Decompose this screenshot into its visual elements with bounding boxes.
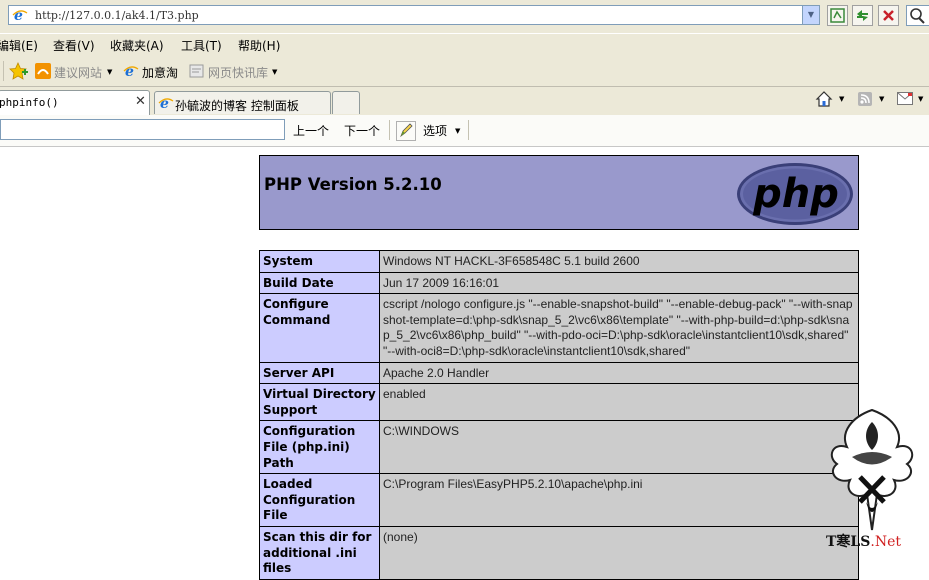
web-slice-icon [189, 64, 204, 78]
row-value: enabled [379, 383, 859, 422]
web-slice-dropdown-icon[interactable]: ▼ [272, 68, 277, 76]
find-options-button[interactable]: 选项 [423, 122, 447, 139]
row-label: Server API [259, 361, 380, 385]
link-web-slice-gallery[interactable]: 网页快讯库 [208, 64, 268, 81]
find-previous-button[interactable]: 上一个 [293, 122, 329, 139]
home-dropdown-icon[interactable]: ▼ [839, 95, 844, 103]
compatibility-icon[interactable] [827, 5, 848, 26]
svg-text:e: e [160, 96, 169, 111]
watermark-suffix: .Net [870, 534, 901, 550]
menu-tools[interactable]: 工具(T) [181, 37, 222, 54]
row-value: Windows NT HACKL-3F658548C 5.1 build 260… [379, 250, 859, 273]
address-dropdown-icon[interactable]: ▼ [802, 6, 819, 24]
find-next-button[interactable]: 下一个 [344, 122, 380, 139]
find-bar: 上一个 下一个 选项 ▼ [0, 115, 929, 147]
php-version-header: PHP Version 5.2.10 php [259, 155, 859, 230]
row-label: Loaded Configuration File [259, 473, 380, 527]
table-row: Build Date Jun 17 2009 16:16:01 [259, 271, 859, 295]
row-value: (none) [379, 525, 859, 580]
php-logo-icon: php [737, 163, 853, 225]
separator [468, 120, 469, 140]
svg-text:e: e [14, 8, 23, 23]
suggested-sites-icon [35, 63, 51, 79]
search-icon [910, 8, 925, 24]
phpinfo-table: System Windows NT HACKL-3F658548C 5.1 bu… [259, 250, 859, 580]
address-bar[interactable]: e http://127.0.0.1/ak4.1/T3.php ▼ [8, 5, 820, 25]
link-suggested-sites[interactable]: 建议网站 [54, 64, 102, 81]
php-logo-text: php [752, 171, 839, 217]
menu-favorites[interactable]: 收藏夹(A) [110, 37, 164, 54]
separator [389, 120, 390, 140]
table-row: Configuration File (php.ini) Path C:\WIN… [259, 420, 859, 475]
watermark-main: T寒LS [826, 534, 871, 550]
table-row: Loaded Configuration File C:\Program Fil… [259, 473, 859, 527]
tab-bar: phpinfo() ✕ e 孙毓波的博客 控制面板 ▼ ▼ ▼ [0, 87, 929, 116]
tab-phpinfo[interactable]: phpinfo() ✕ [0, 90, 150, 115]
options-dropdown-icon[interactable]: ▼ [455, 127, 460, 135]
row-value: Jun 17 2009 16:16:01 [379, 271, 859, 295]
svg-text:e: e [125, 64, 134, 79]
table-row: Virtual Directory Support enabled [259, 383, 859, 422]
ie-icon: e [123, 64, 139, 79]
new-tab-button[interactable] [332, 91, 360, 114]
row-label: Scan this dir for additional .ini files [259, 525, 380, 580]
favorites-bar: 建议网站 ▼ e 加意淘 网页快讯库 ▼ [0, 56, 929, 87]
address-text: http://127.0.0.1/ak4.1/T3.php [35, 9, 199, 22]
dragon-watermark-icon [830, 408, 914, 531]
find-input[interactable] [0, 119, 285, 140]
table-row: Configure Command cscript /nologo config… [259, 293, 859, 363]
mail-icon[interactable] [897, 92, 913, 105]
row-value: C:\WINDOWS [379, 420, 859, 475]
row-label: Configuration File (php.ini) Path [259, 420, 380, 475]
refresh-icon[interactable] [852, 5, 873, 26]
toolbar-grip [3, 61, 4, 81]
row-label: Virtual Directory Support [259, 383, 380, 422]
tab-label: phpinfo() [0, 96, 59, 109]
ie-icon: e [12, 8, 28, 23]
search-input[interactable] [906, 5, 929, 26]
menu-bar: 编辑(E) 查看(V) 收藏夹(A) 工具(T) 帮助(H) [0, 33, 929, 57]
favorites-star-icon[interactable] [9, 62, 29, 80]
row-label: Build Date [259, 271, 380, 295]
feeds-dropdown-icon[interactable]: ▼ [879, 95, 884, 103]
page-title: PHP Version 5.2.10 [264, 175, 442, 194]
table-row: System Windows NT HACKL-3F658548C 5.1 bu… [259, 250, 859, 273]
tab-label: 孙毓波的博客 控制面板 [175, 99, 299, 113]
highlight-pencil-icon[interactable] [396, 121, 416, 141]
home-icon[interactable] [815, 90, 833, 108]
mail-dropdown-icon[interactable]: ▼ [918, 95, 923, 103]
row-value: cscript /nologo configure.js "--enable-s… [379, 293, 859, 363]
table-row: Scan this dir for additional .ini files … [259, 525, 859, 580]
menu-help[interactable]: 帮助(H) [238, 37, 280, 54]
menu-edit[interactable]: 编辑(E) [0, 37, 38, 54]
menu-view[interactable]: 查看(V) [53, 37, 95, 54]
watermark-text: T寒LS.Net [826, 531, 901, 551]
row-label: System [259, 250, 380, 273]
ie-icon: e [158, 96, 174, 111]
rss-feed-icon[interactable] [858, 92, 872, 106]
stop-icon[interactable] [878, 5, 899, 26]
table-row: Server API Apache 2.0 Handler [259, 361, 859, 385]
link-jiayitao[interactable]: 加意淘 [142, 64, 178, 81]
address-row: e http://127.0.0.1/ak4.1/T3.php ▼ [0, 0, 929, 33]
row-label: Configure Command [259, 293, 380, 363]
row-value: C:\Program Files\EasyPHP5.2.10\apache\ph… [379, 473, 859, 527]
tab-blog-control-panel[interactable]: e 孙毓波的博客 控制面板 [154, 91, 331, 114]
suggested-sites-dropdown-icon[interactable]: ▼ [107, 68, 112, 76]
close-tab-icon[interactable]: ✕ [135, 94, 146, 109]
row-value: Apache 2.0 Handler [379, 361, 859, 385]
